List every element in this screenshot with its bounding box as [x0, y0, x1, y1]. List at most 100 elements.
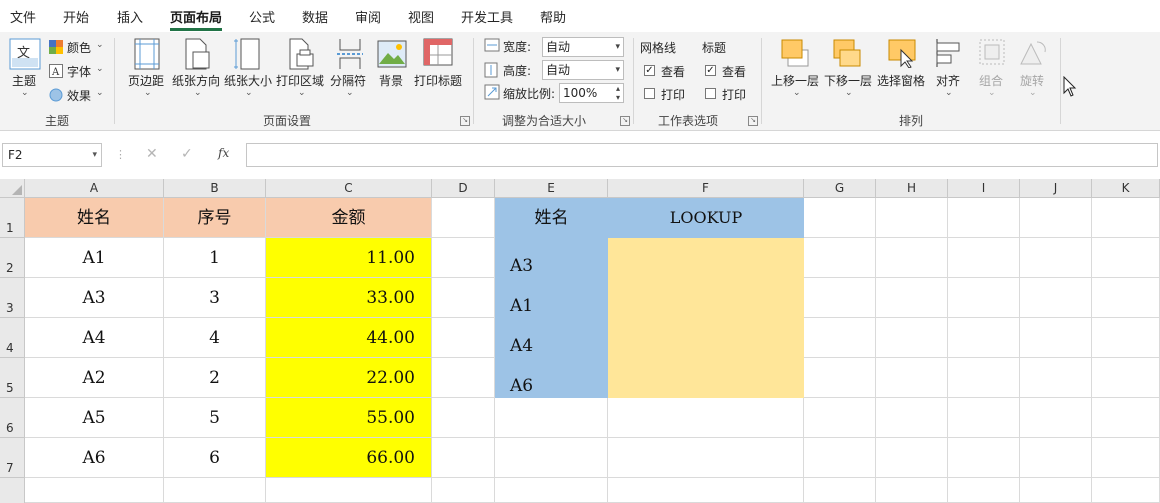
cell-c7[interactable]: 66.00 [266, 438, 432, 478]
empty-cell[interactable] [1020, 198, 1092, 238]
cell-a2[interactable]: A1 [25, 238, 164, 278]
empty-cell[interactable] [876, 238, 948, 278]
empty-cell[interactable] [608, 478, 804, 503]
tab-file[interactable]: 文件 [10, 7, 36, 27]
cell-a7[interactable]: A6 [25, 438, 164, 478]
empty-cell[interactable] [804, 398, 876, 438]
row-header-1[interactable]: 1 [0, 198, 25, 238]
select-all-corner[interactable] [0, 179, 25, 198]
cell-e4[interactable]: A4 [495, 318, 608, 358]
row-header-3[interactable]: 3 [0, 278, 25, 318]
cell-e1[interactable]: 姓名 [495, 198, 608, 238]
cell-c3[interactable]: 33.00 [266, 278, 432, 318]
row-header-8[interactable] [0, 478, 25, 503]
column-header-e[interactable]: E [495, 179, 608, 198]
empty-cell[interactable] [1020, 438, 1092, 478]
row-header-5[interactable]: 5 [0, 358, 25, 398]
tab-data[interactable]: 数据 [302, 7, 328, 27]
empty-cell[interactable] [948, 278, 1020, 318]
cell-c2[interactable]: 11.00 [266, 238, 432, 278]
column-header-g[interactable]: G [804, 179, 876, 198]
empty-cell[interactable] [1020, 398, 1092, 438]
cancel-icon[interactable]: ✕ [146, 146, 158, 162]
empty-cell[interactable] [804, 358, 876, 398]
row-header-4[interactable]: 4 [0, 318, 25, 358]
cell-b6[interactable]: 5 [164, 398, 266, 438]
column-header-j[interactable]: J [1020, 179, 1092, 198]
empty-cell[interactable] [1092, 398, 1160, 438]
cell-a3[interactable]: A3 [25, 278, 164, 318]
column-header-k[interactable]: K [1092, 179, 1160, 198]
cell-a1[interactable]: 姓名 [25, 198, 164, 238]
empty-cell[interactable] [432, 358, 495, 398]
cell-a6[interactable]: A5 [25, 398, 164, 438]
insert-function-icon[interactable]: fx [218, 146, 229, 160]
cell-b1[interactable]: 序号 [164, 198, 266, 238]
empty-cell[interactable] [804, 318, 876, 358]
headings-print-checkbox[interactable] [705, 88, 716, 99]
column-header-h[interactable]: H [876, 179, 948, 198]
cell-c4[interactable]: 44.00 [266, 318, 432, 358]
empty-cell[interactable] [432, 278, 495, 318]
formula-input[interactable] [246, 143, 1158, 167]
column-header-b[interactable]: B [164, 179, 266, 198]
empty-cell[interactable] [25, 478, 164, 503]
empty-cell[interactable] [804, 438, 876, 478]
cell-c5[interactable]: 22.00 [266, 358, 432, 398]
empty-cell[interactable] [804, 478, 876, 503]
empty-cell[interactable] [876, 478, 948, 503]
tab-help[interactable]: 帮助 [540, 7, 566, 27]
empty-cell[interactable] [804, 198, 876, 238]
cell-b7[interactable]: 6 [164, 438, 266, 478]
column-header-i[interactable]: I [948, 179, 1020, 198]
empty-cell[interactable] [1020, 238, 1092, 278]
empty-cell[interactable] [1092, 318, 1160, 358]
tab-insert[interactable]: 插入 [117, 7, 143, 27]
cell-c1[interactable]: 金额 [266, 198, 432, 238]
gridlines-print-checkbox[interactable] [644, 88, 655, 99]
cell-e2[interactable]: A3 [495, 238, 608, 278]
name-box[interactable]: F2 ▾ [2, 143, 102, 167]
cell-e5[interactable]: A6 [495, 358, 608, 398]
tab-developer[interactable]: 开发工具 [461, 7, 513, 27]
empty-cell[interactable] [876, 198, 948, 238]
empty-cell[interactable] [495, 438, 608, 478]
empty-cell[interactable] [948, 438, 1020, 478]
empty-cell[interactable] [948, 358, 1020, 398]
row-header-7[interactable]: 7 [0, 438, 25, 478]
page-setup-launcher-icon[interactable]: ↘ [460, 116, 470, 126]
row-header-6[interactable]: 6 [0, 398, 25, 438]
empty-cell[interactable] [804, 278, 876, 318]
height-select[interactable]: 自动 ▾ [542, 60, 624, 80]
chevron-down-icon[interactable]: ▾ [92, 144, 97, 166]
cell-b2[interactable]: 1 [164, 238, 266, 278]
column-header-a[interactable]: A [25, 179, 164, 198]
empty-cell[interactable] [432, 318, 495, 358]
empty-cell[interactable] [1092, 198, 1160, 238]
empty-cell[interactable] [1092, 238, 1160, 278]
row-header-2[interactable]: 2 [0, 238, 25, 278]
enter-icon[interactable]: ✓ [181, 146, 193, 162]
width-select[interactable]: 自动 ▾ [542, 37, 624, 57]
cell-f1[interactable]: LOOKUP [608, 198, 804, 238]
empty-cell[interactable] [266, 478, 432, 503]
column-header-c[interactable]: C [266, 179, 432, 198]
empty-cell[interactable] [876, 438, 948, 478]
scale-spinner[interactable]: 100% ▴ ▾ [559, 83, 624, 103]
empty-cell[interactable] [876, 398, 948, 438]
cell-b4[interactable]: 4 [164, 318, 266, 358]
cell-b3[interactable]: 3 [164, 278, 266, 318]
empty-cell[interactable] [495, 478, 608, 503]
cell-e3[interactable]: A1 [495, 278, 608, 318]
cell-c6[interactable]: 55.00 [266, 398, 432, 438]
empty-cell[interactable] [948, 398, 1020, 438]
column-header-f[interactable]: F [608, 179, 804, 198]
empty-cell[interactable] [1092, 478, 1160, 503]
tab-page-layout[interactable]: 页面布局 [170, 7, 223, 31]
empty-cell[interactable] [432, 398, 495, 438]
empty-cell[interactable] [948, 478, 1020, 503]
cell-a5[interactable]: A2 [25, 358, 164, 398]
empty-cell[interactable] [1092, 438, 1160, 478]
empty-cell[interactable] [948, 198, 1020, 238]
column-header-d[interactable]: D [432, 179, 495, 198]
